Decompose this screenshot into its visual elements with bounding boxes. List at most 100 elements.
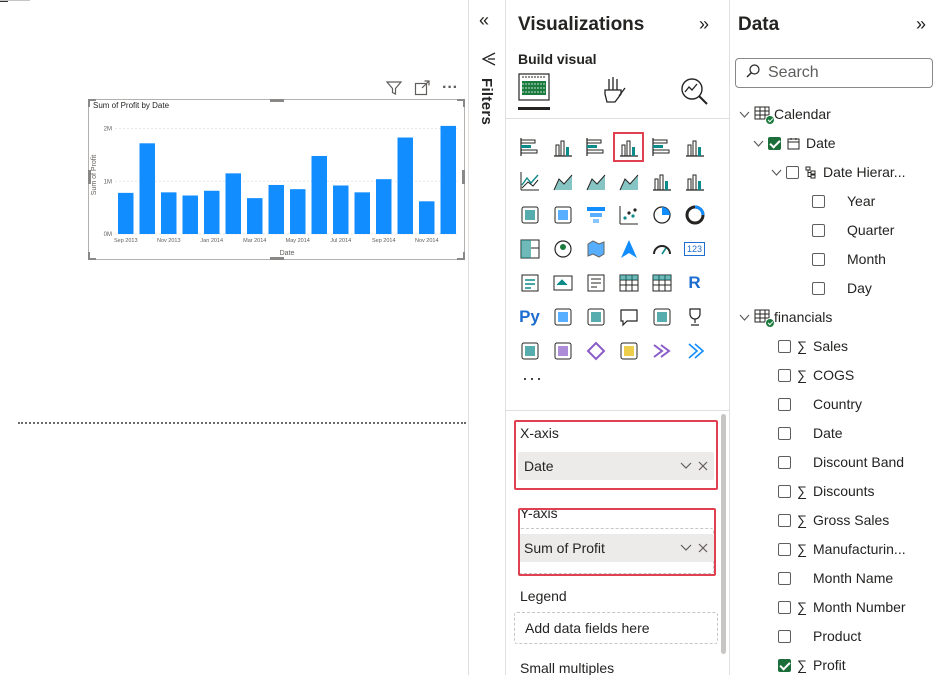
tree-table-node[interactable]: Calendar: [738, 103, 831, 125]
chart-bar[interactable]: [118, 192, 134, 234]
scatter-chart-icon[interactable]: [615, 202, 642, 228]
r-script-visual-icon[interactable]: R: [681, 270, 708, 296]
chart-bar[interactable]: [397, 137, 413, 234]
focus-mode-icon[interactable]: [413, 79, 431, 97]
filters-label[interactable]: Filters: [478, 78, 495, 125]
stacked-bar-chart-icon[interactable]: [516, 134, 543, 160]
100-stacked-bar-chart-icon[interactable]: [648, 134, 675, 160]
tree-field-node[interactable]: Product: [778, 625, 861, 647]
metrics-icon[interactable]: [681, 304, 708, 330]
chart-bar[interactable]: [440, 125, 456, 234]
tree-field-node[interactable]: ∑ COGS: [778, 364, 854, 386]
get-more-visuals-icon[interactable]: [681, 338, 708, 364]
filters-collapse-icon[interactable]: «: [479, 10, 489, 31]
tree-field-node[interactable]: Date: [778, 422, 843, 444]
search-input[interactable]: [768, 64, 918, 82]
chart-bar[interactable]: [419, 201, 435, 234]
field-checkbox[interactable]: [812, 194, 825, 208]
matrix-icon[interactable]: [648, 270, 675, 296]
tree-field-node[interactable]: Month: [812, 248, 886, 270]
tree-field-node[interactable]: Year: [812, 190, 875, 212]
filters-pane-collapsed[interactable]: « Filters: [468, 0, 504, 675]
field-checkbox[interactable]: [778, 426, 791, 440]
chevron-down-icon[interactable]: [770, 166, 782, 178]
chart-bar[interactable]: [268, 184, 284, 234]
field-checkbox[interactable]: [778, 658, 791, 672]
power-automate-flow-icon[interactable]: [648, 338, 675, 364]
tree-field-node[interactable]: ∑ Discounts: [778, 480, 874, 502]
field-checkbox[interactable]: [812, 281, 825, 295]
line-and-clustered-column-chart-icon[interactable]: [681, 168, 708, 194]
filter-icon[interactable]: [385, 79, 403, 97]
tree-field-node[interactable]: Month Name: [778, 567, 893, 589]
build-visual-tab-icon[interactable]: [518, 72, 550, 110]
azure-map-icon[interactable]: [615, 236, 642, 262]
smart-narrative-icon[interactable]: [648, 304, 675, 330]
field-checkbox[interactable]: [778, 600, 791, 614]
python-visual-icon[interactable]: Py: [516, 304, 543, 330]
arcgis-map-icon[interactable]: [615, 338, 642, 364]
data-collapse-icon[interactable]: »: [916, 14, 926, 35]
column-chart-visual[interactable]: Sum of Profit by Date 0M 1M 2M Sep 2013 Nov…: [88, 99, 465, 260]
more-visuals-button[interactable]: ···: [516, 368, 716, 389]
chart-bar[interactable]: [333, 185, 349, 234]
pie-chart-icon[interactable]: [648, 202, 675, 228]
legend-well[interactable]: Add data fields here: [514, 612, 718, 644]
tree-field-node[interactable]: ∑ Sales: [778, 335, 848, 357]
chart-bar[interactable]: [139, 143, 155, 234]
tree-field-node[interactable]: ∑ Profit: [778, 654, 846, 675]
chart-bar[interactable]: [161, 192, 177, 234]
chart-bar[interactable]: [376, 179, 392, 234]
tree-table-node[interactable]: financials: [738, 306, 832, 328]
field-checkbox[interactable]: [778, 571, 791, 585]
filled-map-icon[interactable]: [582, 236, 609, 262]
tree-field-node[interactable]: Date Hierar...: [770, 161, 905, 183]
stacked-column-chart-icon[interactable]: [549, 134, 576, 160]
qa-icon[interactable]: [615, 304, 642, 330]
treemap-icon[interactable]: [516, 236, 543, 262]
key-influencers-icon[interactable]: [549, 304, 576, 330]
card-icon[interactable]: 123: [681, 236, 708, 262]
chart-bar[interactable]: [247, 198, 263, 234]
visualizations-scrollbar[interactable]: [721, 414, 726, 654]
chart-bar[interactable]: [311, 155, 327, 234]
clustered-bar-chart-icon[interactable]: [582, 134, 609, 160]
multi-row-card-icon[interactable]: [516, 270, 543, 296]
kpi-icon[interactable]: [549, 270, 576, 296]
funnel-chart-icon[interactable]: [582, 202, 609, 228]
tree-field-node[interactable]: Discount Band: [778, 451, 904, 473]
visualizations-collapse-icon[interactable]: »: [699, 14, 709, 35]
power-apps-icon[interactable]: [549, 338, 576, 364]
map-icon[interactable]: [549, 236, 576, 262]
tree-field-node[interactable]: Country: [778, 393, 862, 415]
line-chart-icon[interactable]: [516, 168, 543, 194]
paginated-report-icon[interactable]: [516, 338, 543, 364]
tree-field-node[interactable]: Day: [812, 277, 872, 299]
tree-field-node[interactable]: ∑ Gross Sales: [778, 509, 889, 531]
tree-field-node[interactable]: Quarter: [812, 219, 894, 241]
chart-bar[interactable]: [225, 173, 241, 234]
100-stacked-column-chart-icon[interactable]: [681, 134, 708, 160]
chart-bar[interactable]: [204, 190, 220, 234]
tree-field-node[interactable]: Date: [752, 132, 836, 154]
field-checkbox[interactable]: [778, 455, 791, 469]
donut-chart-icon[interactable]: [681, 202, 708, 228]
analytics-tab-icon[interactable]: [679, 76, 709, 106]
field-checkbox[interactable]: [812, 223, 825, 237]
field-checkbox[interactable]: [778, 484, 791, 498]
report-canvas[interactable]: ··· Sum of Profit by Date 0M 1M 2M Sep 201…: [0, 0, 468, 675]
format-visual-tab-icon[interactable]: [599, 76, 627, 104]
field-checkbox[interactable]: [778, 542, 791, 556]
field-checkbox[interactable]: [778, 629, 791, 643]
field-checkbox[interactable]: [778, 339, 791, 353]
chevron-down-icon[interactable]: [752, 137, 764, 149]
chevron-down-icon[interactable]: [738, 108, 750, 120]
field-checkbox[interactable]: [786, 165, 799, 179]
chart-bar[interactable]: [182, 195, 198, 234]
table-icon[interactable]: [615, 270, 642, 296]
chart-bar[interactable]: [290, 189, 306, 234]
ribbon-chart-icon[interactable]: [516, 202, 543, 228]
slicer-icon[interactable]: [582, 270, 609, 296]
data-search-box[interactable]: [735, 58, 933, 88]
100-stacked-area-chart-icon[interactable]: [615, 168, 642, 194]
